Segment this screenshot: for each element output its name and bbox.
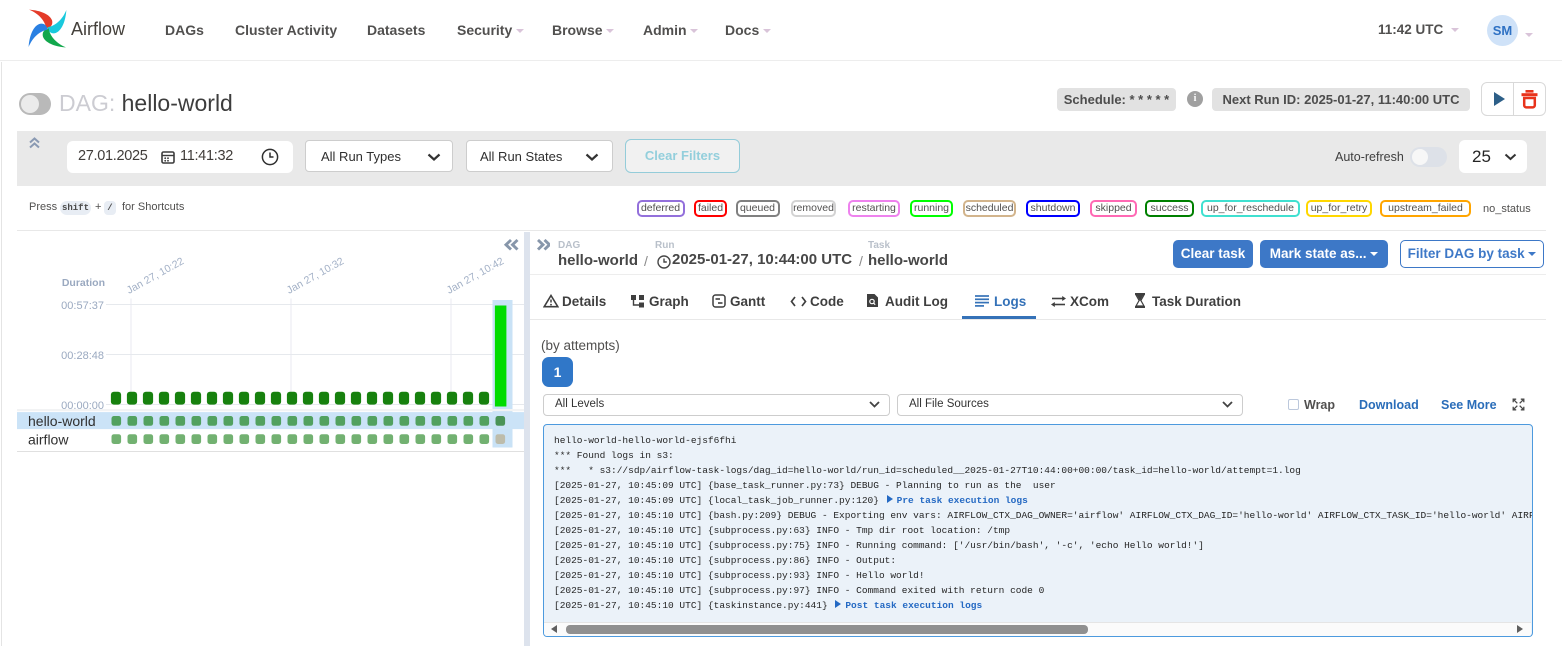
svg-text:00:57:37: 00:57:37 — [61, 300, 104, 312]
svg-text:00:28:48: 00:28:48 — [61, 350, 104, 362]
svg-text:Duration: Duration — [62, 277, 105, 289]
svg-text:Jan 27, 10:42: Jan 27, 10:42 — [445, 255, 507, 296]
svg-text:airflow: airflow — [28, 431, 69, 447]
svg-text:hello-world: hello-world — [28, 413, 96, 429]
svg-text:Jan 27, 10:32: Jan 27, 10:32 — [285, 255, 347, 296]
svg-text:Jan 27, 10:22: Jan 27, 10:22 — [125, 255, 187, 296]
